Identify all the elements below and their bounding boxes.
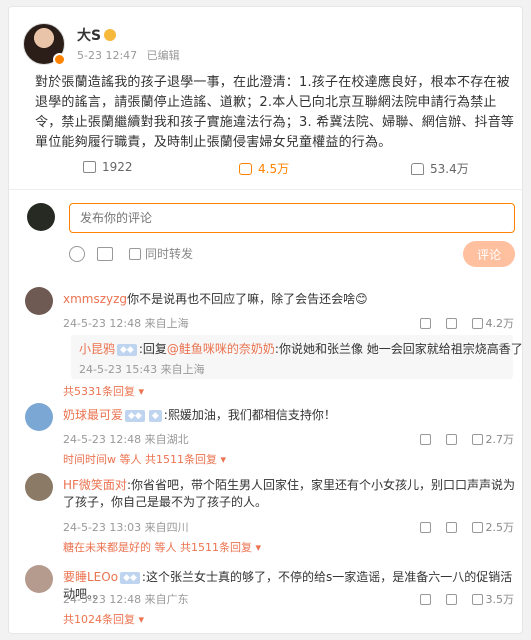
comment-actions: 4.2万 xyxy=(408,315,515,331)
share-icon[interactable] xyxy=(419,434,431,445)
reply-mention[interactable]: @鲑鱼咪咪的奈奶奶 xyxy=(167,342,275,356)
comment-icon[interactable] xyxy=(445,434,457,445)
reply-user[interactable]: 小昆鸦 xyxy=(79,342,115,356)
more-replies-link[interactable]: 共1511条回复 ▾ xyxy=(180,541,261,554)
commenter-avatar[interactable] xyxy=(25,565,53,593)
comment-likes: 2.5万 xyxy=(485,521,515,534)
repost-checkbox[interactable] xyxy=(129,248,141,260)
comment-actions: 3.5万 xyxy=(408,591,515,607)
edited-label: 已编辑 xyxy=(146,49,180,62)
comment-meta: 24-5-23 13:03 来自四川 xyxy=(63,521,189,534)
commenter-name[interactable]: 要睡LEOo xyxy=(63,570,118,584)
share-icon[interactable] xyxy=(419,318,431,329)
thumbs-up-icon[interactable] xyxy=(471,522,483,533)
comment-button[interactable]: 4.5万 xyxy=(239,160,289,177)
post-time[interactable]: 5-23 12:47 xyxy=(77,49,137,62)
comment-icon xyxy=(239,163,252,175)
comment-likes: 3.5万 xyxy=(485,593,515,606)
share-count: 1922 xyxy=(102,160,133,174)
comment-text: :你省省吧，带个陌生男人回家住，家里还有个小女孩儿，别口口声声说为了孩子，你自己… xyxy=(63,478,515,509)
repost-label: 同时转发 xyxy=(145,247,194,261)
weibo-post-card: 大S 5-23 12:47 已编辑 對於張蘭造謠我的孩子退學一事，在此澄清：1.… xyxy=(8,6,523,634)
reply-text: :你说她和张兰像 她一会回家就给祖宗烧高香了 xyxy=(274,342,523,356)
more-replies-link[interactable]: 共5331条回复 ▾ xyxy=(63,383,144,399)
composer-toolbar: 同时转发 xyxy=(69,245,193,262)
like-count: 53.4万 xyxy=(430,162,469,176)
comment-count: 4.5万 xyxy=(258,162,290,176)
post-meta: 5-23 12:47 已编辑 xyxy=(77,47,186,63)
commenter-avatar[interactable] xyxy=(25,403,53,431)
commenter-avatar[interactable] xyxy=(25,287,53,315)
comment-actions: 2.5万 xyxy=(408,519,515,535)
thumbs-up-icon[interactable] xyxy=(471,434,483,445)
share-button[interactable]: 1922 xyxy=(83,160,133,174)
commenter-name[interactable]: HF微笑面对 xyxy=(63,478,127,492)
current-user-avatar xyxy=(27,203,55,231)
author-name[interactable]: 大S xyxy=(77,28,101,44)
more-replies-link[interactable]: 共1511条回复 ▾ xyxy=(145,453,226,466)
post-text: 對於張蘭造謠我的孩子退學一事，在此澄清：1.孩子在校達應良好，根本不存在被退學的… xyxy=(35,75,515,150)
share-icon xyxy=(83,161,96,173)
submit-comment-button[interactable]: 评论 xyxy=(463,241,515,267)
comment-actions: 2.7万 xyxy=(408,431,515,447)
member-tag: ◆◆ xyxy=(125,410,145,422)
share-icon[interactable] xyxy=(419,594,431,605)
share-icon[interactable] xyxy=(419,522,431,533)
comment-icon[interactable] xyxy=(445,522,457,533)
verified-badge-icon xyxy=(53,53,66,66)
like-button[interactable]: 53.4万 xyxy=(411,160,469,177)
member-tag: ◆◆ xyxy=(120,572,140,584)
reply-meta: 24-5-23 15:43 来自上海 xyxy=(79,363,205,376)
comment-meta: 24-5-23 12:48 来自广东 xyxy=(63,593,189,606)
comment-meta: 24-5-23 12:48 来自湖北 xyxy=(63,433,189,446)
comment-text: :熙媛加油，我们都相信支持你！ xyxy=(163,408,336,422)
comment-text: 你不是说再也不回应了嘛，除了会告还会啥😊 xyxy=(127,292,368,306)
post-actions: 1922 4.5万 53.4万 xyxy=(9,153,522,183)
comment-input[interactable] xyxy=(69,203,515,233)
thumbs-up-icon xyxy=(411,163,424,175)
member-tag: ◆◆ xyxy=(117,344,137,356)
commenter-avatar[interactable] xyxy=(25,473,53,501)
thumbs-up-icon[interactable] xyxy=(471,318,483,329)
comment-icon[interactable] xyxy=(445,594,457,605)
comment-icon[interactable] xyxy=(445,318,457,329)
emoji-icon[interactable] xyxy=(69,246,85,262)
commenter-name[interactable]: 奶球最可爱 xyxy=(63,408,123,422)
comment-likes: 2.7万 xyxy=(485,433,515,446)
sub-reply: 小昆鸦 ◆◆:回复@鲑鱼咪咪的奈奶奶:你说她和张兰像 她一会回家就给祖宗烧高香了 … xyxy=(71,335,522,379)
comment-meta: 24-5-23 12:48 来自上海 xyxy=(63,317,189,330)
thumbs-up-icon[interactable] xyxy=(471,594,483,605)
comment-likes: 4.2万 xyxy=(485,317,515,330)
reply-users[interactable]: 糖在未来都是好的 等人 xyxy=(63,541,177,554)
commenter-name[interactable]: xmmszyzg xyxy=(63,292,127,306)
more-replies-link[interactable]: 共1024条回复 ▾ xyxy=(63,611,144,627)
image-icon[interactable] xyxy=(97,247,113,261)
divider xyxy=(9,189,522,190)
crown-icon xyxy=(104,29,117,41)
member-tag: ◆ xyxy=(148,410,162,422)
reply-users[interactable]: 时间时间w 等人 xyxy=(63,453,142,466)
